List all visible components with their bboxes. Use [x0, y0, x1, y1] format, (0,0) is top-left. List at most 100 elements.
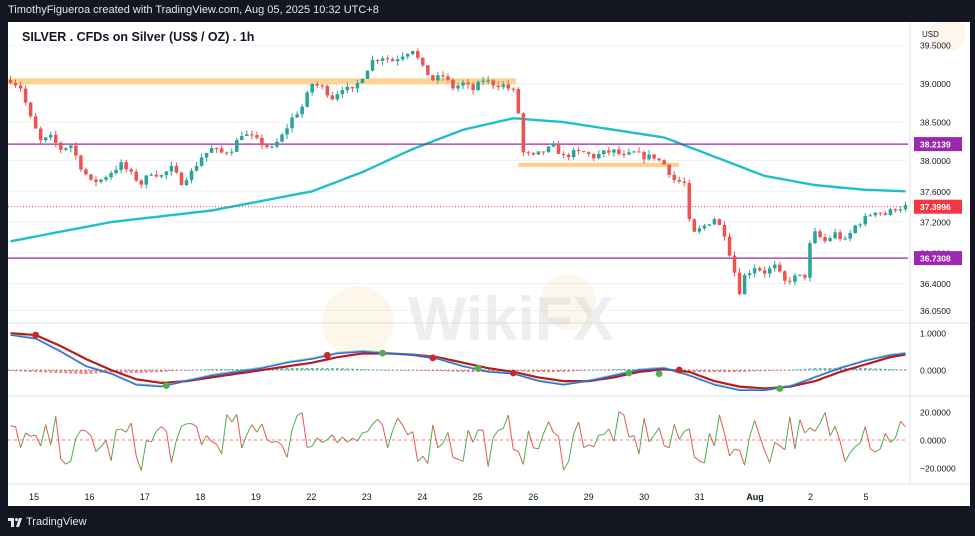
bearish-cross-marker: [509, 369, 517, 377]
bearish-cross-marker: [32, 331, 40, 339]
oscillator-segment: [864, 426, 871, 449]
candle-body: [235, 140, 239, 152]
oscillator-segment: [684, 428, 690, 432]
oscillator-segment: [774, 441, 781, 447]
tradingview-logo[interactable]: TradingView: [8, 516, 87, 528]
candle-body: [632, 151, 636, 153]
time-axis-label: 25: [473, 492, 483, 502]
macd-histogram-bar: [587, 370, 591, 371]
macd-histogram-bar: [828, 368, 832, 371]
candle-body: [250, 134, 254, 136]
candle-body: [536, 151, 541, 155]
macd-histogram-bar: [531, 370, 535, 372]
macd-histogram-bar: [783, 370, 787, 371]
oscillator-segment: [55, 416, 62, 460]
oscillator-segment: [623, 414, 630, 438]
macd-histogram-bar: [190, 369, 194, 371]
oscillator-segment: [588, 444, 594, 448]
macd-histogram-bar: [215, 369, 219, 371]
oscillator-segment: [478, 429, 484, 431]
candle-body: [426, 65, 430, 76]
candle-body: [602, 150, 606, 154]
bullish-cross-marker: [379, 349, 386, 357]
oscillator-segment: [809, 427, 816, 432]
oscillator-segment: [553, 432, 559, 437]
oscillator-segment: [734, 448, 740, 451]
macd-histogram-bar: [607, 369, 611, 371]
macd-histogram-bar: [798, 369, 802, 371]
oscillator-segment: [135, 455, 142, 471]
macd-histogram-bar: [205, 369, 209, 371]
macd-histogram-bar: [230, 369, 234, 371]
macd-histogram-bar: [602, 369, 606, 371]
macd-histogram-bar: [119, 370, 123, 373]
macd-histogram-bar: [396, 370, 400, 371]
chart-area[interactable]: WikiFX 39.5000 39.0000 38.5000 38.0000 37.60…: [8, 16, 970, 506]
oscillator-segment: [367, 423, 373, 432]
oscillator-segment: [15, 426, 22, 448]
candle-body: [204, 152, 209, 158]
time-axis-label: 18: [195, 492, 205, 502]
macd-histogram-bar: [572, 370, 576, 372]
macd-histogram-bar: [416, 370, 420, 371]
time-axis-label: 29: [584, 492, 594, 502]
macd-histogram-bar: [34, 370, 38, 373]
candle-body: [38, 128, 43, 141]
level-badge-label: 36.7308: [920, 254, 951, 264]
macd-histogram-bar: [863, 368, 867, 371]
macd-histogram-bar: [712, 370, 716, 373]
candle-body: [275, 141, 279, 147]
oscillator-segment: [533, 447, 539, 450]
candle-body: [33, 116, 38, 129]
candle-body: [405, 54, 410, 57]
bullish-cross-marker: [625, 369, 633, 377]
oscillator-segment: [502, 414, 509, 429]
candle-body: [793, 275, 797, 282]
oscillator-segment: [754, 420, 761, 437]
oscillator-segment: [814, 423, 821, 432]
candle-body: [69, 145, 73, 149]
oscillator-segment: [875, 448, 881, 453]
candle-body: [687, 182, 692, 220]
axis-tick-label: 1.0000: [920, 329, 946, 339]
oscillator-segment: [30, 434, 36, 437]
macd-histogram-bar: [144, 370, 148, 373]
macd-histogram-bar: [612, 369, 616, 371]
oscillator-segment: [723, 433, 730, 457]
top-bar: TimothyFigueroa created with TradingView…: [0, 0, 975, 22]
macd-histogram-bar: [315, 368, 319, 371]
candle-body: [823, 237, 827, 242]
oscillator-segment: [653, 427, 660, 436]
time-axis-label: 26: [528, 492, 538, 502]
candle-body: [878, 212, 883, 214]
candle-body: [340, 90, 345, 95]
oscillator-segment: [85, 430, 92, 437]
oscillator-segment: [95, 446, 102, 453]
oscillator-segment: [120, 428, 127, 433]
candle-body: [863, 215, 868, 225]
oscillator-segment: [799, 419, 806, 434]
candle-body: [873, 212, 878, 216]
macd-histogram-bar: [758, 370, 762, 372]
oscillator-segment: [181, 423, 187, 427]
macd-histogram-bar: [546, 370, 551, 373]
oscillator-segment: [824, 412, 831, 436]
candle-body: [139, 180, 143, 185]
candle-body: [818, 231, 822, 238]
chart-svg[interactable]: WikiFX 39.5000 39.0000 38.5000 38.0000 37.60…: [8, 16, 970, 506]
macd-histogram-bar: [471, 370, 475, 373]
candle-body: [164, 171, 169, 176]
oscillator-segment: [311, 437, 318, 447]
candle-body: [486, 80, 490, 82]
oscillator-segment: [739, 450, 746, 466]
macd-histogram-bar: [149, 370, 153, 373]
candle-body: [767, 268, 772, 274]
candle-body: [13, 82, 18, 86]
macd-histogram-bar: [858, 368, 862, 371]
candle-body: [260, 137, 264, 146]
candle-body: [451, 79, 455, 89]
candle-body: [255, 135, 259, 138]
axis-tick-label: 0.0000: [920, 366, 946, 376]
candle-body: [702, 225, 707, 229]
time-axis-label: 19: [251, 492, 261, 502]
